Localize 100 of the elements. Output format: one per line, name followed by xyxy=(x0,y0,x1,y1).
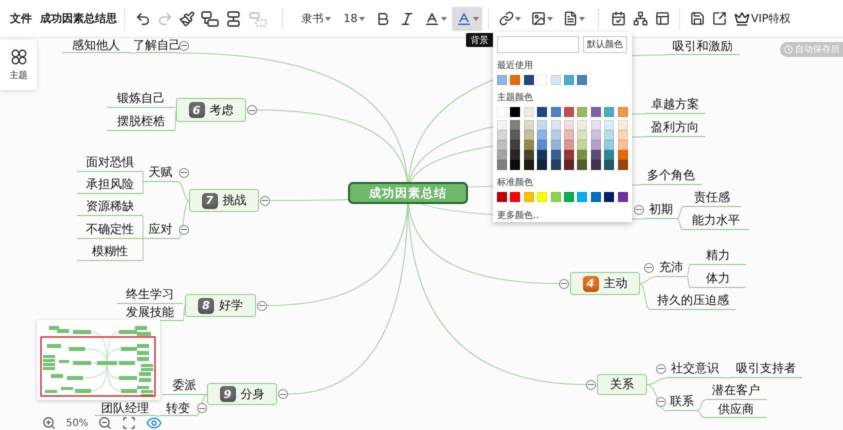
color-swatch[interactable] xyxy=(564,150,574,160)
color-swatch[interactable] xyxy=(537,150,548,160)
color-swatch[interactable] xyxy=(524,120,534,130)
color-swatch[interactable] xyxy=(590,150,601,160)
color-swatch[interactable] xyxy=(590,107,601,117)
font-select[interactable]: 隶书 xyxy=(296,6,336,30)
zoom-in-icon[interactable] xyxy=(42,416,56,430)
color-swatch[interactable] xyxy=(564,160,574,170)
branch-node[interactable]: 9 分身 xyxy=(207,383,277,405)
topic-label[interactable]: 能力水平 xyxy=(683,211,749,230)
color-swatch[interactable] xyxy=(564,120,574,130)
color-swatch[interactable] xyxy=(604,107,614,117)
topic-label[interactable]: 承担风险 xyxy=(77,175,143,194)
branch-node[interactable]: 6 考虑 xyxy=(176,98,246,122)
color-swatch[interactable] xyxy=(510,75,520,85)
topic-label[interactable]: 责任感 xyxy=(683,188,741,207)
color-swatch[interactable] xyxy=(618,150,628,160)
color-swatch[interactable] xyxy=(510,160,520,170)
color-swatch[interactable] xyxy=(604,150,614,160)
color-swatch[interactable] xyxy=(577,75,588,85)
collapse-toggle[interactable] xyxy=(559,278,569,288)
font-size-select[interactable]: 18 xyxy=(338,6,370,30)
color-swatch[interactable] xyxy=(537,120,548,130)
topic-label[interactable]: 充沛 xyxy=(655,258,687,277)
topic-label[interactable]: 终生学习 xyxy=(117,285,183,304)
topic-label[interactable]: 资源稀缺 xyxy=(77,197,143,216)
collapse-toggle[interactable] xyxy=(586,380,596,390)
collapse-toggle[interactable] xyxy=(197,403,207,413)
theme-button[interactable]: 主题 xyxy=(0,40,37,90)
branch-node[interactable]: 7 挑战 xyxy=(189,189,259,212)
color-swatch[interactable] xyxy=(564,192,574,202)
color-swatch[interactable] xyxy=(577,140,588,150)
color-swatch[interactable] xyxy=(497,75,507,85)
color-swatch[interactable] xyxy=(604,160,614,170)
topic-label[interactable]: 卓越方案 xyxy=(645,95,705,114)
color-swatch[interactable] xyxy=(550,107,561,117)
color-swatch[interactable] xyxy=(497,120,507,130)
topic-label[interactable]: 吸引支持者 xyxy=(730,359,802,378)
fit-view-icon[interactable] xyxy=(122,416,136,430)
collapse-toggle[interactable] xyxy=(247,105,257,115)
color-swatch[interactable] xyxy=(550,150,561,160)
collapse-toggle[interactable] xyxy=(257,300,267,310)
topic-label[interactable]: 持久的压迫感 xyxy=(650,291,736,310)
topic-label[interactable]: 委派 xyxy=(162,376,207,395)
topic-label[interactable]: 初期 xyxy=(645,200,677,219)
color-swatch[interactable] xyxy=(510,130,520,140)
color-swatch[interactable] xyxy=(550,130,561,140)
topic-label[interactable]: 锻炼自己 xyxy=(107,89,175,108)
color-swatch[interactable] xyxy=(524,75,534,85)
color-swatch[interactable] xyxy=(524,140,534,150)
color-swatch[interactable] xyxy=(524,192,534,202)
collapse-toggle[interactable] xyxy=(644,262,654,272)
topic-label[interactable]: 多个角色 xyxy=(640,166,702,185)
color-swatch[interactable] xyxy=(550,120,561,130)
color-input-field[interactable] xyxy=(497,36,579,53)
color-swatch[interactable] xyxy=(577,107,588,117)
color-swatch[interactable] xyxy=(537,107,548,117)
color-swatch[interactable] xyxy=(510,120,520,130)
color-swatch[interactable] xyxy=(537,160,548,170)
color-swatch[interactable] xyxy=(497,150,507,160)
color-swatch[interactable] xyxy=(590,140,601,150)
color-swatch[interactable] xyxy=(618,130,628,140)
color-swatch[interactable] xyxy=(618,140,628,150)
color-swatch[interactable] xyxy=(497,160,507,170)
color-swatch[interactable] xyxy=(618,160,628,170)
color-swatch[interactable] xyxy=(618,107,628,117)
color-swatch[interactable] xyxy=(510,150,520,160)
color-swatch[interactable] xyxy=(564,130,574,140)
topic-label[interactable]: 精力 xyxy=(690,246,746,265)
topic-label[interactable]: 模糊性 xyxy=(77,242,143,261)
color-swatch[interactable] xyxy=(524,130,534,140)
color-swatch[interactable] xyxy=(537,130,548,140)
background-color-button[interactable] xyxy=(452,6,482,30)
color-swatch[interactable] xyxy=(510,107,520,117)
topic-label[interactable]: 联系 xyxy=(667,392,697,411)
color-swatch[interactable] xyxy=(497,140,507,150)
collapse-toggle[interactable] xyxy=(634,204,644,214)
color-swatch[interactable] xyxy=(524,150,534,160)
collapse-toggle[interactable] xyxy=(656,396,666,406)
zoom-out-icon[interactable] xyxy=(98,416,112,430)
topic-label[interactable]: 不确定性 xyxy=(77,220,143,239)
color-swatch[interactable] xyxy=(524,160,534,170)
color-swatch[interactable] xyxy=(577,120,588,130)
color-swatch[interactable] xyxy=(524,107,534,117)
color-swatch[interactable] xyxy=(550,192,561,202)
color-swatch[interactable] xyxy=(577,150,588,160)
more-colors-link[interactable]: 更多颜色.. xyxy=(497,209,628,222)
color-swatch[interactable] xyxy=(604,130,614,140)
topic-label[interactable]: 面对恐惧 xyxy=(77,153,143,172)
topic-label[interactable]: 天赋 xyxy=(143,163,178,182)
color-swatch[interactable] xyxy=(604,120,614,130)
topic-label[interactable]: 转变 xyxy=(160,400,196,416)
color-swatch[interactable] xyxy=(604,140,614,150)
color-swatch[interactable] xyxy=(564,107,574,117)
color-swatch[interactable] xyxy=(550,140,561,150)
color-swatch[interactable] xyxy=(510,192,520,202)
branch-node[interactable]: 关系 xyxy=(597,374,647,395)
color-swatch[interactable] xyxy=(497,192,507,202)
color-swatch[interactable] xyxy=(550,160,561,170)
collapse-toggle[interactable] xyxy=(278,389,288,399)
